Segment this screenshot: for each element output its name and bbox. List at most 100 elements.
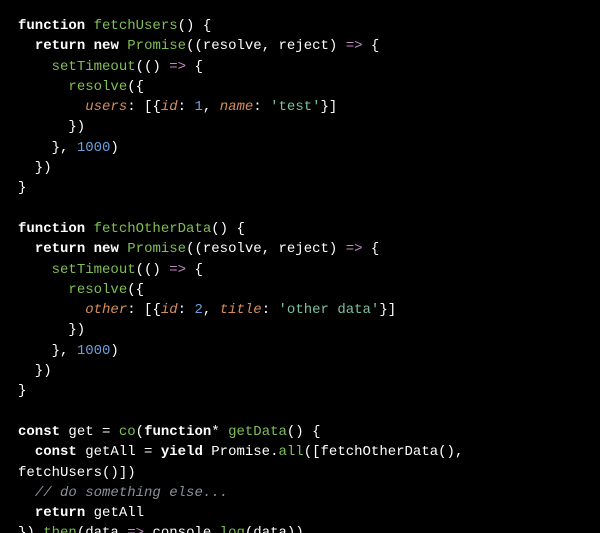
code-token: }) <box>18 160 52 176</box>
code-token: function <box>144 424 211 440</box>
code-token: } <box>18 383 26 399</box>
code-token: }) <box>18 363 52 379</box>
code-token: } <box>18 180 26 196</box>
code-token: resolve <box>68 282 127 298</box>
code-block: function fetchUsers() { return new Promi… <box>0 0 600 533</box>
code-line: function fetchOtherData() { <box>18 221 245 237</box>
code-token: : [{ <box>127 99 161 115</box>
code-token: return <box>35 38 85 54</box>
code-line: other: [{id: 2, title: 'other data'}] <box>18 302 396 318</box>
code-line: return new Promise((resolve, reject) => … <box>18 38 379 54</box>
code-token: (() <box>136 59 170 75</box>
code-token: 1000 <box>77 343 111 359</box>
code-token: id <box>161 99 178 115</box>
code-token: => <box>346 241 363 257</box>
code-token: : <box>178 99 195 115</box>
code-token <box>18 282 68 298</box>
code-token: { <box>186 59 203 75</box>
code-token: (() <box>136 262 170 278</box>
code-line: fetchUsers()]) <box>18 465 136 481</box>
code-token: fetchOtherData <box>94 221 212 237</box>
code-token: ({ <box>127 282 144 298</box>
code-token: (data)) <box>245 525 304 533</box>
code-token: { <box>363 38 380 54</box>
code-token: , <box>203 99 220 115</box>
code-token: = <box>144 444 161 460</box>
code-line: return getAll <box>18 505 144 521</box>
code-line: setTimeout(() => { <box>18 59 203 75</box>
code-token: const <box>18 424 60 440</box>
code-token: => <box>169 59 186 75</box>
code-token: }, <box>18 343 77 359</box>
code-token: = <box>102 424 119 440</box>
code-token: getAll <box>85 505 144 521</box>
code-token: yield <box>161 444 203 460</box>
code-token <box>85 221 93 237</box>
code-token: { <box>186 262 203 278</box>
code-token <box>18 99 85 115</box>
code-token: name <box>220 99 254 115</box>
code-token <box>18 79 68 95</box>
code-token: 'test' <box>270 99 320 115</box>
code-line: const getAll = yield Promise.all([fetchO… <box>18 444 463 460</box>
code-token: => <box>346 38 363 54</box>
code-token: }] <box>379 302 396 318</box>
code-token: }, <box>18 140 77 156</box>
code-line: } <box>18 180 26 196</box>
code-token <box>18 241 35 257</box>
code-token: => <box>169 262 186 278</box>
code-token: (data <box>77 525 127 533</box>
code-token: 2 <box>194 302 202 318</box>
code-token: () { <box>287 424 321 440</box>
code-token <box>119 38 127 54</box>
code-line: }, 1000) <box>18 343 119 359</box>
code-line: }, 1000) <box>18 140 119 156</box>
code-token <box>18 505 35 521</box>
code-line: users: [{id: 1, name: 'test'}] <box>18 99 337 115</box>
code-token: title <box>220 302 262 318</box>
code-token: ( <box>136 424 144 440</box>
code-token: ({ <box>127 79 144 95</box>
code-line: }).then(data => console.log(data)) <box>18 525 304 533</box>
code-token <box>18 302 85 318</box>
code-token: : <box>262 302 279 318</box>
code-line: return new Promise((resolve, reject) => … <box>18 241 379 257</box>
code-token: fetchUsers()]) <box>18 465 136 481</box>
code-token: 1000 <box>77 140 111 156</box>
code-token: { <box>363 241 380 257</box>
code-line: const get = co(function* getData() { <box>18 424 321 440</box>
code-token: 'other data' <box>279 302 380 318</box>
code-token: return <box>35 505 85 521</box>
code-line: }) <box>18 363 52 379</box>
code-token: getData <box>228 424 287 440</box>
code-content: function fetchUsers() { return new Promi… <box>18 18 463 533</box>
code-token: all <box>279 444 304 460</box>
code-token: ((resolve, reject) <box>186 241 346 257</box>
code-line: resolve({ <box>18 282 144 298</box>
code-token <box>18 38 35 54</box>
code-token: }] <box>321 99 338 115</box>
code-token: console. <box>144 525 220 533</box>
code-token: resolve <box>68 79 127 95</box>
code-line: setTimeout(() => { <box>18 262 203 278</box>
code-token <box>18 485 35 501</box>
code-token: }). <box>18 525 43 533</box>
code-line: }) <box>18 322 85 338</box>
code-token: other <box>85 302 127 318</box>
code-token: * <box>211 424 228 440</box>
code-token: : <box>178 302 195 318</box>
code-token: new <box>94 38 119 54</box>
code-token: Promise <box>127 241 186 257</box>
code-token: const <box>35 444 77 460</box>
code-token: () { <box>178 18 212 34</box>
code-token: Promise. <box>203 444 279 460</box>
code-line: function fetchUsers() { <box>18 18 211 34</box>
code-line: resolve({ <box>18 79 144 95</box>
code-token: 1 <box>194 99 202 115</box>
code-token: get <box>60 424 102 440</box>
code-token: ) <box>110 140 118 156</box>
code-token: // do something else... <box>35 485 228 501</box>
code-token: }) <box>18 119 85 135</box>
code-token <box>85 38 93 54</box>
code-token <box>85 18 93 34</box>
